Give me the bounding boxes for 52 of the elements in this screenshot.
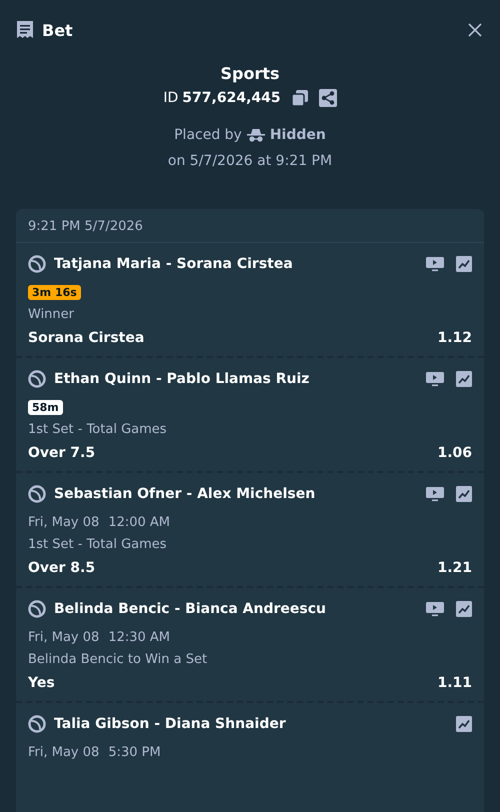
market-name: 1st Set - Total Games: [28, 537, 168, 552]
time-badge: 58m: [28, 400, 63, 415]
tv-icon[interactable]: [426, 256, 444, 272]
share-icon[interactable]: [318, 89, 337, 107]
odds-value: 1.11: [437, 675, 472, 691]
chart-icon[interactable]: [456, 716, 472, 732]
tennis-ball-icon: [28, 715, 46, 733]
event-date: Fri, May 08: [28, 745, 100, 760]
panel-title: Bet: [42, 20, 74, 40]
tennis-ball-icon: [28, 485, 46, 503]
market-name: 1st Set - Total Games: [28, 422, 168, 437]
event-date: Fri, May 08: [28, 630, 100, 645]
tv-icon[interactable]: [426, 486, 444, 502]
bet-category: Sports: [220, 64, 280, 83]
chart-icon[interactable]: [456, 371, 472, 387]
event-name[interactable]: Ethan Quinn - Pablo Llamas Ruiz: [54, 371, 420, 387]
market-name: Belinda Bencic to Win a Set: [28, 652, 208, 667]
tv-icon[interactable]: [426, 601, 444, 617]
event-name[interactable]: Talia Gibson - Diana Shnaider: [54, 716, 444, 732]
slip-timestamp: 9:21 PM 5/7/2026: [16, 209, 484, 243]
event-name[interactable]: Sebastian Ofner - Alex Michelsen: [54, 486, 420, 502]
bet-id: 577,624,445: [182, 90, 281, 106]
odds-value: 1.12: [437, 330, 472, 346]
odds-value: 1.21: [437, 560, 472, 576]
tennis-ball-icon: [28, 600, 46, 618]
close-button[interactable]: [466, 21, 484, 39]
event-name[interactable]: Tatjana Maria - Sorana Cirstea: [54, 256, 420, 272]
selection-name: Yes: [28, 675, 55, 691]
placed-date: on 5/7/2026 at 9:21 PM: [168, 153, 332, 169]
event-time: 12:30 AM: [108, 630, 170, 645]
chart-icon[interactable]: [456, 601, 472, 617]
tennis-ball-icon: [28, 370, 46, 388]
tv-icon[interactable]: [426, 371, 444, 387]
event-date: Fri, May 08: [28, 515, 100, 530]
placed-by-label: Placed by: [174, 127, 242, 143]
chart-icon[interactable]: [456, 486, 472, 502]
placed-by-user: Hidden: [270, 127, 326, 143]
selection-name: Over 8.5: [28, 560, 96, 576]
tennis-ball-icon: [28, 255, 46, 273]
selection-name: Over 7.5: [28, 445, 96, 461]
selection-name: Sorana Cirstea: [28, 330, 144, 346]
market-name: Winner: [28, 307, 76, 322]
event-time: 5:30 PM: [108, 745, 161, 760]
time-badge: 3m 16s: [28, 285, 81, 300]
copy-icon[interactable]: [290, 89, 309, 107]
event-time: 12:00 AM: [108, 515, 170, 530]
event-name[interactable]: Belinda Bencic - Bianca Andreescu: [54, 601, 420, 617]
chart-icon[interactable]: [456, 256, 472, 272]
incognito-icon: [246, 128, 265, 142]
id-label: ID: [163, 90, 178, 106]
odds-value: 1.06: [437, 445, 472, 461]
receipt-icon: [16, 20, 34, 40]
